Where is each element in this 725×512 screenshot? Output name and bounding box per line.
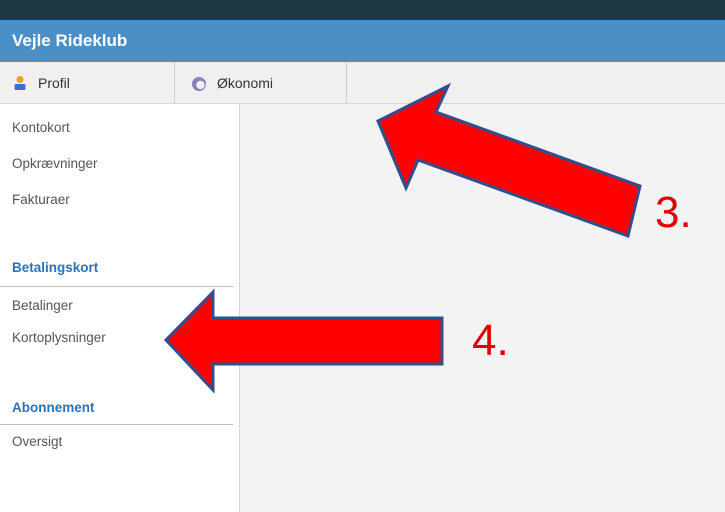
annotation-label-4: 4.: [472, 316, 509, 365]
annotation-label-3: 3.: [655, 188, 692, 237]
tab-label: Økonomi: [217, 74, 274, 91]
section-divider: [0, 286, 233, 287]
sidebar-item-kontokort[interactable]: Kontokort: [12, 120, 70, 135]
sidebar-item-kortoplysninger[interactable]: Kortoplysninger: [12, 330, 106, 345]
tab-bar: Profil Økonomi: [0, 62, 725, 104]
wallet-icon: [191, 75, 207, 91]
top-strip: [0, 0, 725, 20]
user-icon: [12, 75, 28, 91]
sidebar-item-opkraevninger[interactable]: Opkrævninger: [12, 156, 98, 171]
main-content-area: [240, 104, 725, 512]
tab-profil[interactable]: Profil: [0, 62, 175, 103]
section-heading-abonnement: Abonnement: [12, 400, 95, 415]
section-divider: [0, 424, 233, 425]
sidebar-item-betalinger[interactable]: Betalinger: [12, 298, 73, 313]
sidebar-item-oversigt[interactable]: Oversigt: [12, 434, 62, 449]
sidebar: Kontokort Opkrævninger Fakturaer Betalin…: [0, 104, 240, 512]
section-heading-betalingskort: Betalingskort: [12, 260, 99, 275]
sidebar-item-fakturaer[interactable]: Fakturaer: [12, 192, 70, 207]
tab-label: Profil: [38, 74, 70, 91]
tab-okonomi[interactable]: Økonomi: [175, 62, 347, 103]
app-title: Vejle Rideklub: [0, 20, 725, 62]
